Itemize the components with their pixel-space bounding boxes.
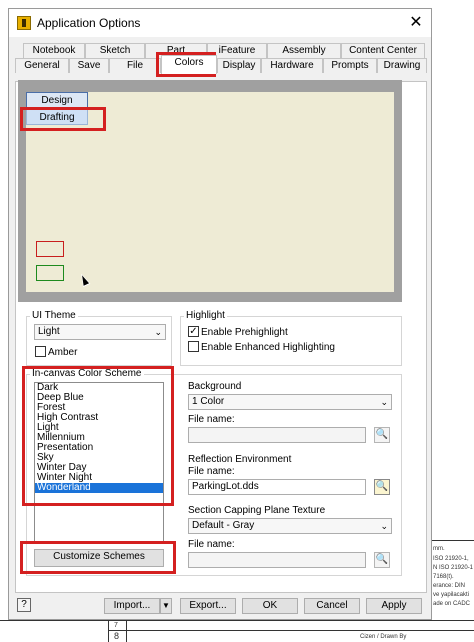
amber-label: Amber bbox=[48, 347, 78, 358]
list-item-selected[interactable]: Wonderland bbox=[35, 483, 163, 493]
color-scheme-list[interactable]: Dark Deep Blue Forest High Contrast Ligh… bbox=[34, 382, 164, 542]
preview-drafting-button[interactable]: Drafting bbox=[26, 109, 88, 125]
close-button[interactable]: ✕ bbox=[405, 12, 427, 34]
cad-note: ade on CADC bbox=[433, 601, 471, 607]
cad-note: 7168(t). bbox=[433, 574, 454, 580]
inventor-app-icon bbox=[17, 16, 31, 30]
prehighlight-checkbox[interactable]: ✓ bbox=[188, 326, 199, 337]
cad-note: N ISO 21920-1 bbox=[433, 565, 474, 571]
preview-red-swatch bbox=[36, 241, 64, 257]
tab-display[interactable]: Display bbox=[217, 58, 261, 73]
list-item[interactable]: Presentation bbox=[35, 443, 163, 453]
apply-button[interactable]: Apply bbox=[366, 598, 422, 614]
background-file-input[interactable] bbox=[188, 427, 366, 443]
cad-border-line bbox=[126, 620, 127, 642]
reflection-label: Reflection Environment bbox=[188, 454, 292, 465]
customize-schemes-button[interactable]: Customize Schemes bbox=[34, 549, 164, 567]
color-scheme-label: In-canvas Color Scheme bbox=[30, 368, 144, 379]
import-dropdown-chevron-icon[interactable]: ▼ bbox=[160, 598, 172, 614]
cancel-button[interactable]: Cancel bbox=[304, 598, 360, 614]
background-select[interactable]: 1 Color ⌄ bbox=[188, 394, 392, 410]
cad-border-line bbox=[430, 540, 474, 541]
amber-checkbox[interactable] bbox=[35, 346, 46, 357]
tab-content-center[interactable]: Content Center bbox=[341, 43, 425, 58]
chevron-down-icon: ⌄ bbox=[380, 521, 388, 531]
help-icon[interactable]: ? bbox=[17, 598, 31, 612]
enhanced-highlighting-label: Enable Enhanced Highlighting bbox=[201, 342, 335, 353]
tab-drawing[interactable]: Drawing bbox=[377, 58, 427, 73]
highlight-group bbox=[180, 316, 402, 366]
browse-folder-icon[interactable]: 🔍 bbox=[374, 552, 390, 568]
cad-note: ve yapilacakti bbox=[433, 592, 470, 598]
export-button[interactable]: Export... bbox=[180, 598, 236, 614]
reflection-file-input[interactable]: ParkingLot.dds bbox=[188, 479, 366, 495]
cad-row-number: 7 bbox=[114, 622, 118, 629]
tab-notebook[interactable]: Notebook bbox=[23, 43, 85, 58]
tab-file[interactable]: File bbox=[109, 58, 161, 73]
background-value: 1 Color bbox=[192, 396, 225, 407]
cad-border-line bbox=[108, 630, 474, 631]
tab-colors[interactable]: Colors bbox=[161, 55, 217, 74]
cad-note: erance: DIN bbox=[433, 583, 466, 589]
tab-hardware[interactable]: Hardware bbox=[261, 58, 323, 73]
capping-file-input[interactable] bbox=[188, 552, 366, 568]
capping-select[interactable]: Default - Gray ⌄ bbox=[188, 518, 392, 534]
prehighlight-label: Enable Prehighlight bbox=[201, 327, 288, 338]
cad-note: mm. bbox=[433, 546, 445, 552]
cad-drawn-by: Cizen / Drawn By bbox=[360, 634, 407, 640]
background-file-label: File name: bbox=[188, 414, 235, 425]
ok-button[interactable]: OK bbox=[242, 598, 298, 614]
cad-border-line bbox=[0, 620, 474, 621]
browse-folder-icon[interactable]: 🔍 bbox=[374, 427, 390, 443]
window-title: Application Options bbox=[37, 16, 141, 30]
chevron-down-icon: ⌄ bbox=[380, 397, 388, 407]
capping-label: Section Capping Plane Texture bbox=[188, 505, 326, 516]
reflection-file-label: File name: bbox=[188, 466, 235, 477]
preview-green-swatch bbox=[36, 265, 64, 281]
capping-file-label: File name: bbox=[188, 539, 235, 550]
title-bar: Application Options ✕ bbox=[9, 9, 431, 37]
browse-folder-icon[interactable]: 🔍 bbox=[374, 479, 390, 495]
tab-assembly[interactable]: Assembly bbox=[267, 43, 341, 58]
tab-sketch[interactable]: Sketch bbox=[85, 43, 145, 58]
import-button[interactable]: Import... bbox=[104, 598, 160, 614]
capping-value: Default - Gray bbox=[192, 520, 255, 531]
ui-theme-label: UI Theme bbox=[30, 310, 78, 321]
preview-design-button[interactable]: Design bbox=[26, 92, 88, 108]
cad-border-line bbox=[108, 620, 109, 642]
enhanced-highlighting-checkbox[interactable] bbox=[188, 341, 199, 352]
cad-note: ISO 21920-1, bbox=[433, 556, 469, 562]
tab-general[interactable]: General bbox=[15, 58, 69, 73]
tabs-row-1: Notebook Sketch Part iFeature Assembly C… bbox=[15, 43, 427, 58]
cad-row-number: 8 bbox=[114, 631, 120, 641]
tabs-row-2: General Save File Colors Display Hardwar… bbox=[15, 55, 427, 74]
tab-prompts[interactable]: Prompts bbox=[323, 58, 377, 73]
chevron-down-icon: ⌄ bbox=[154, 327, 162, 337]
ui-theme-select[interactable]: Light ⌄ bbox=[34, 324, 166, 340]
tab-save[interactable]: Save bbox=[69, 58, 109, 73]
background-label: Background bbox=[188, 381, 242, 392]
highlight-label: Highlight bbox=[184, 310, 227, 321]
ui-theme-value: Light bbox=[38, 326, 60, 337]
